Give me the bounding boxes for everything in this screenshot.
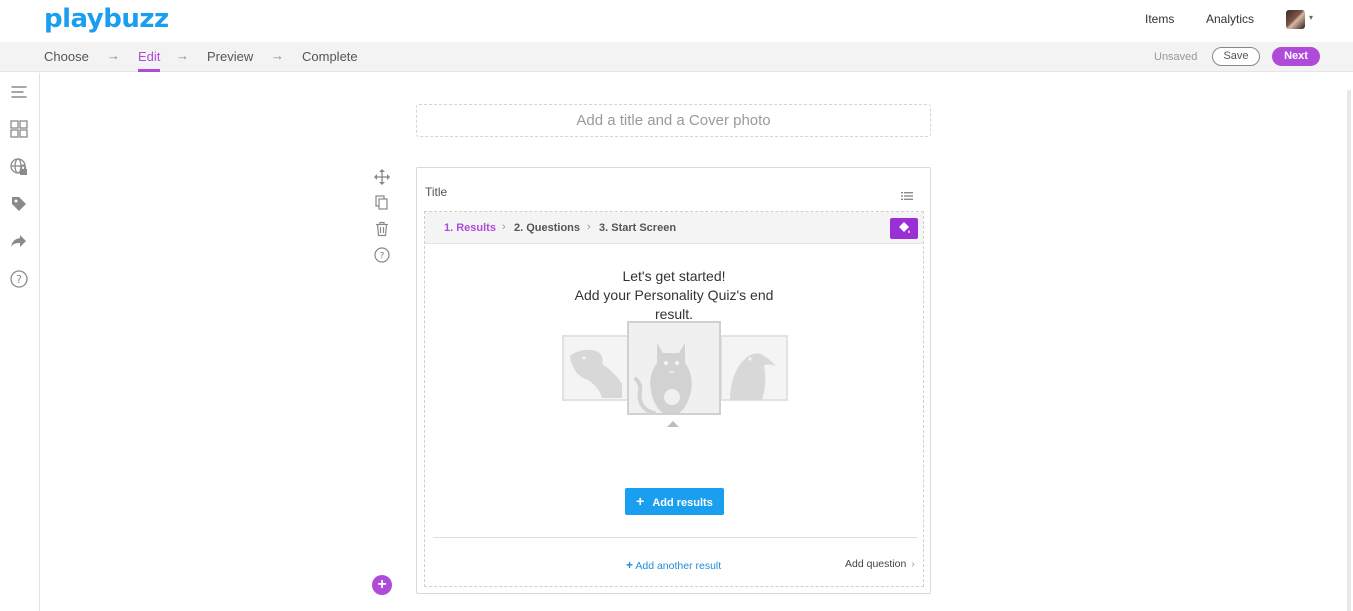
items-link[interactable]: Items bbox=[1145, 12, 1174, 26]
scrollbar[interactable] bbox=[1347, 90, 1351, 611]
arrow-right-icon: → bbox=[107, 48, 120, 63]
results-panel: 1. Results › 2. Questions › 3. Start Scr… bbox=[424, 211, 924, 587]
svg-text:?: ? bbox=[380, 252, 385, 262]
plus-icon: + bbox=[636, 493, 645, 509]
add-another-result-link[interactable]: + Add another result bbox=[626, 558, 721, 572]
step-complete[interactable]: Complete bbox=[302, 49, 358, 64]
chevron-right-icon: › bbox=[911, 558, 915, 570]
breadcrumb-results[interactable]: 1. Results bbox=[444, 222, 496, 234]
share-arrow-icon[interactable] bbox=[9, 231, 29, 251]
arrow-right-icon: → bbox=[271, 48, 284, 63]
empty-state-heading: Let's get started! Add your Personality … bbox=[425, 267, 923, 324]
cover-placeholder[interactable]: Add a title and a Cover photo bbox=[416, 104, 931, 137]
move-icon[interactable] bbox=[374, 169, 390, 185]
avatar[interactable] bbox=[1286, 10, 1305, 29]
active-step-indicator bbox=[138, 69, 160, 72]
chevron-right-icon: › bbox=[502, 221, 506, 233]
breadcrumb: 1. Results › 2. Questions › 3. Start Scr… bbox=[425, 212, 923, 244]
next-button[interactable]: Next bbox=[1272, 47, 1320, 66]
grid-icon[interactable] bbox=[9, 119, 29, 139]
chevron-down-icon[interactable]: ▾ bbox=[1309, 13, 1313, 22]
chevron-right-icon: › bbox=[587, 221, 591, 233]
paint-bucket-icon bbox=[899, 222, 910, 233]
heading-line: Add your Personality Quiz's end bbox=[574, 287, 774, 303]
save-button[interactable]: Save bbox=[1212, 47, 1260, 66]
arrow-right-icon: → bbox=[176, 48, 189, 63]
step-choose[interactable]: Choose bbox=[44, 49, 89, 64]
add-results-button[interactable]: + Add results bbox=[625, 488, 724, 515]
add-results-label: Add results bbox=[652, 497, 713, 509]
add-another-result-label: Add another result bbox=[635, 560, 722, 572]
left-sidebar: ? bbox=[0, 73, 40, 611]
step-bar: Choose → Edit → Preview → Complete Unsav… bbox=[0, 42, 1353, 72]
help-icon[interactable]: ? bbox=[374, 247, 390, 263]
list-icon[interactable] bbox=[901, 188, 913, 200]
divider bbox=[433, 537, 917, 538]
trash-icon[interactable] bbox=[374, 221, 390, 237]
playbuzz-logo[interactable]: playbuzz bbox=[44, 4, 169, 34]
plus-icon: + bbox=[626, 558, 634, 572]
paint-bucket-button[interactable] bbox=[890, 218, 918, 239]
breadcrumb-questions[interactable]: 2. Questions bbox=[514, 222, 580, 234]
add-question-link[interactable]: Add question › bbox=[845, 558, 915, 570]
heading-line: Let's get started! bbox=[622, 268, 726, 284]
save-status: Unsaved bbox=[1154, 51, 1198, 63]
add-block-button[interactable]: + bbox=[372, 575, 392, 595]
top-header: playbuzz Items Analytics ▾ bbox=[0, 0, 1353, 42]
menu-lines-icon[interactable] bbox=[9, 82, 29, 102]
step-edit[interactable]: Edit bbox=[138, 49, 160, 64]
svg-text:?: ? bbox=[16, 273, 22, 286]
add-question-label: Add question bbox=[845, 558, 907, 570]
tag-icon[interactable] bbox=[9, 194, 29, 214]
animals-illustration bbox=[562, 321, 788, 429]
copy-icon[interactable] bbox=[374, 195, 390, 211]
help-icon[interactable]: ? bbox=[9, 269, 29, 289]
step-preview[interactable]: Preview bbox=[207, 49, 253, 64]
breadcrumb-start-screen[interactable]: 3. Start Screen bbox=[599, 222, 676, 234]
analytics-link[interactable]: Analytics bbox=[1206, 12, 1254, 26]
card-title[interactable]: Title bbox=[425, 185, 447, 199]
globe-lock-icon[interactable] bbox=[9, 157, 29, 177]
quiz-card: Title 1. Results › 2. Questions › 3. Sta… bbox=[416, 167, 931, 594]
